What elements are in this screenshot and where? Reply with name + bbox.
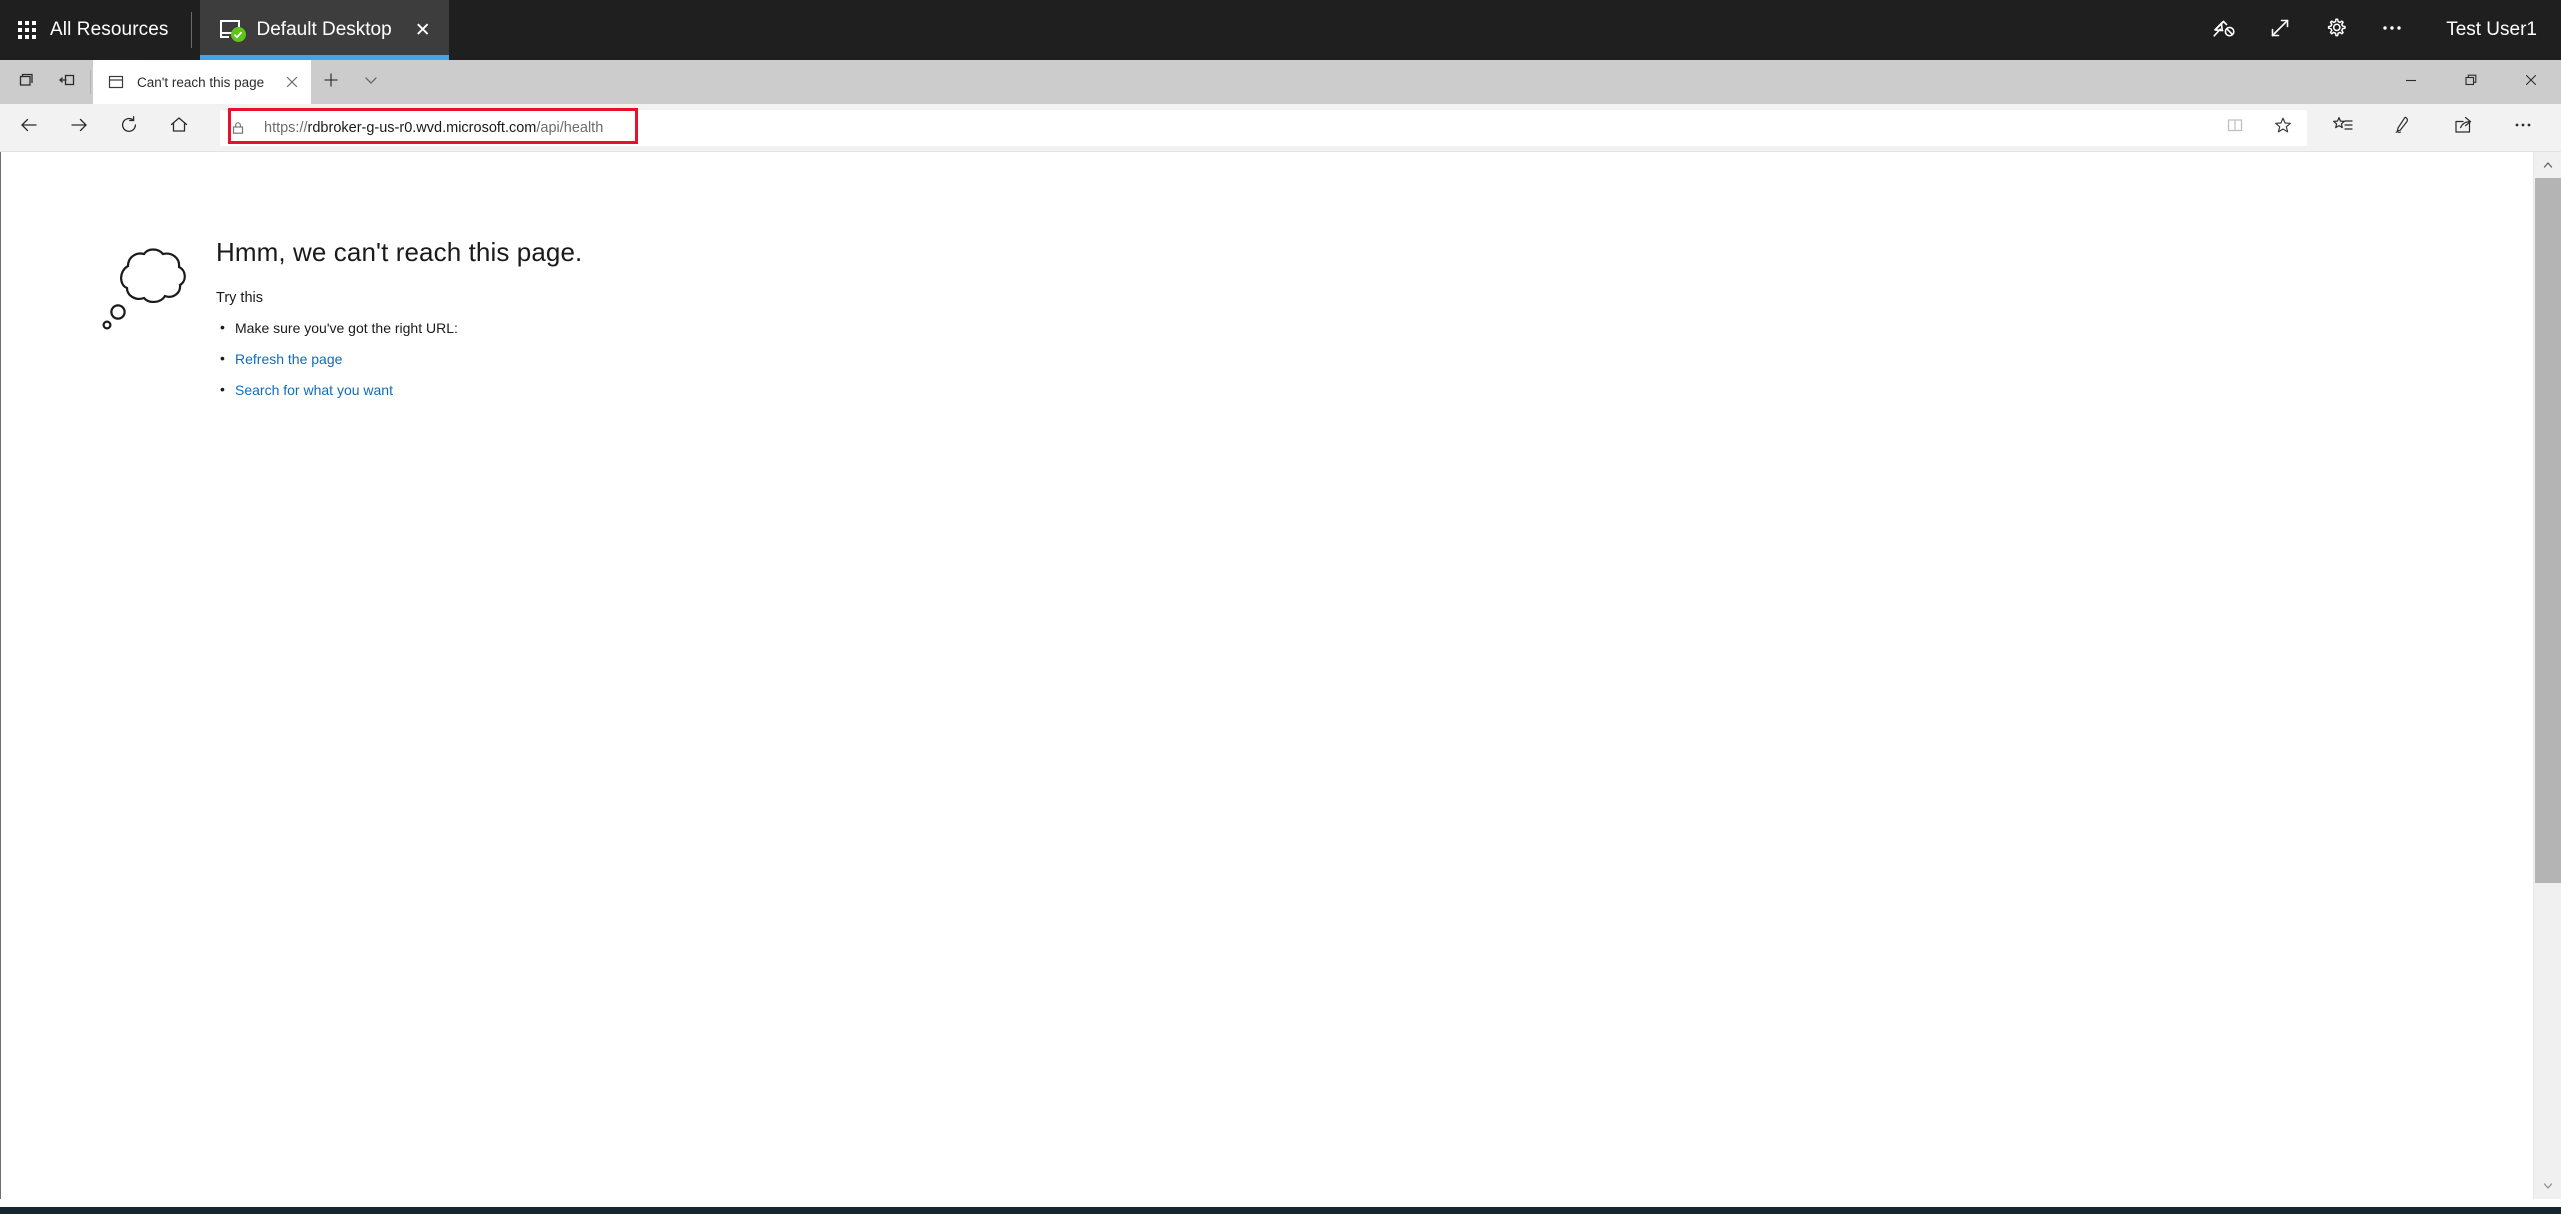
suggestion-check-url: Make sure you've got the right URL: xyxy=(235,320,458,336)
settings-button[interactable] xyxy=(2308,0,2364,60)
settings-and-more-button[interactable] xyxy=(2493,106,2553,150)
grid-icon xyxy=(18,21,36,39)
url-scheme: https:// xyxy=(264,119,308,136)
fullscreen-button[interactable] xyxy=(2252,0,2308,60)
all-resources-button[interactable]: All Resources xyxy=(0,0,191,60)
refresh-button[interactable] xyxy=(104,106,154,150)
share-icon xyxy=(2452,114,2474,141)
error-page: Hmm, we can't reach this page. Try this … xyxy=(96,237,582,412)
omnibox[interactable]: https://rdbroker-g-us-r0.wvd.microsoft.c… xyxy=(220,107,2307,146)
arrow-left-icon xyxy=(18,114,40,141)
plus-icon xyxy=(323,72,339,93)
browser-tab-close-icon[interactable] xyxy=(279,69,305,95)
page-window-icon xyxy=(107,73,125,91)
host-taskbar-sliver xyxy=(0,1199,2561,1214)
browser-toolbar-actions xyxy=(2313,104,2553,152)
restore-button[interactable] xyxy=(2441,60,2501,104)
tab-actions-menu-button[interactable] xyxy=(351,60,391,104)
ellipsis-icon xyxy=(2512,114,2534,141)
thought-cloud-icon xyxy=(96,237,206,356)
forward-button[interactable] xyxy=(54,106,104,150)
arrow-right-icon xyxy=(68,114,90,141)
browser-tab[interactable]: Can't reach this page xyxy=(93,60,311,104)
all-resources-label: All Resources xyxy=(50,19,169,40)
wvd-toolbar-right: Test User1 xyxy=(2196,0,2561,60)
close-button[interactable] xyxy=(2501,60,2561,104)
toolbar-divider xyxy=(190,12,192,48)
list-item: Make sure you've got the right URL: xyxy=(216,319,582,337)
tab-previews-icon xyxy=(15,70,35,95)
add-favorite-button[interactable] xyxy=(2259,110,2307,146)
omnibox-actions xyxy=(2211,109,2307,146)
tabstrip-drag-area xyxy=(391,60,2381,104)
hub-button[interactable] xyxy=(2313,106,2373,150)
refresh-icon xyxy=(118,114,140,141)
url-host: rdbroker-g-us-r0.wvd.microsoft.com xyxy=(307,119,537,136)
browser-tab-title: Can't reach this page xyxy=(137,74,265,90)
gear-icon xyxy=(2323,15,2349,46)
error-body: Hmm, we can't reach this page. Try this … xyxy=(206,237,582,412)
minimize-icon xyxy=(2403,72,2419,93)
browser-viewport: Hmm, we can't reach this page. Try this … xyxy=(0,152,2561,1199)
tabstrip-divider xyxy=(90,70,91,94)
new-tab-button[interactable] xyxy=(311,60,351,104)
book-icon xyxy=(2225,115,2245,140)
list-item: Search for what you want xyxy=(216,381,582,399)
lock-icon xyxy=(220,110,256,146)
url-path: /api/health xyxy=(536,119,604,136)
wvd-client-toolbar: All Resources Default Desktop ✕ Test Use… xyxy=(0,0,2561,60)
session-tab-label: Default Desktop xyxy=(256,19,392,40)
show-tab-previews-button[interactable] xyxy=(4,60,46,104)
error-title: Hmm, we can't reach this page. xyxy=(216,237,583,267)
chevron-down-icon xyxy=(363,72,379,93)
user-account-label[interactable]: Test User1 xyxy=(2446,19,2537,41)
hub-favorites-icon xyxy=(2332,114,2354,141)
home-icon xyxy=(168,114,190,141)
minimize-button[interactable] xyxy=(2381,60,2441,104)
star-icon xyxy=(2273,115,2293,140)
reading-view-button[interactable] xyxy=(2211,110,2259,146)
expand-arrows-icon xyxy=(2267,15,2293,46)
scrollbar-thumb[interactable] xyxy=(2535,178,2561,883)
session-tab-close-icon[interactable]: ✕ xyxy=(415,20,431,40)
wvd-toolbar-left: All Resources Default Desktop ✕ xyxy=(0,0,449,60)
close-icon xyxy=(2523,72,2539,93)
home-button[interactable] xyxy=(154,106,204,150)
edge-browser-window: Can't reach this page https://rdbroker-g… xyxy=(0,60,2561,1199)
monitor-connected-icon xyxy=(219,20,246,42)
search-link[interactable]: Search for what you want xyxy=(235,382,393,398)
taskbar-bar xyxy=(0,1207,2561,1214)
unpin-button[interactable] xyxy=(2196,0,2252,60)
ellipsis-icon xyxy=(2379,15,2405,46)
list-item: Refresh the page xyxy=(216,350,582,368)
pen-icon xyxy=(2392,114,2414,141)
browser-address-bar: https://rdbroker-g-us-r0.wvd.microsoft.c… xyxy=(0,104,2561,152)
error-subheading: Try this xyxy=(216,290,263,306)
unpin-icon xyxy=(2211,15,2237,46)
more-options-button[interactable] xyxy=(2364,0,2420,60)
scroll-up-button[interactable] xyxy=(2534,152,2561,178)
session-tab-default-desktop[interactable]: Default Desktop ✕ xyxy=(199,0,449,60)
tabstrip-tools xyxy=(0,60,93,104)
back-button[interactable] xyxy=(4,106,54,150)
url-text[interactable]: https://rdbroker-g-us-r0.wvd.microsoft.c… xyxy=(256,110,2211,146)
scroll-down-button[interactable] xyxy=(2534,1173,2561,1199)
vertical-scrollbar[interactable] xyxy=(2533,152,2561,1199)
share-button[interactable] xyxy=(2433,106,2493,150)
restore-icon xyxy=(2463,72,2479,93)
set-aside-icon xyxy=(57,70,77,95)
web-notes-button[interactable] xyxy=(2373,106,2433,150)
window-controls xyxy=(2381,60,2561,104)
set-tabs-aside-button[interactable] xyxy=(46,60,88,104)
refresh-page-link[interactable]: Refresh the page xyxy=(235,351,342,367)
browser-tab-strip: Can't reach this page xyxy=(0,60,2561,104)
error-suggestion-list: Make sure you've got the right URL: Refr… xyxy=(216,319,582,399)
